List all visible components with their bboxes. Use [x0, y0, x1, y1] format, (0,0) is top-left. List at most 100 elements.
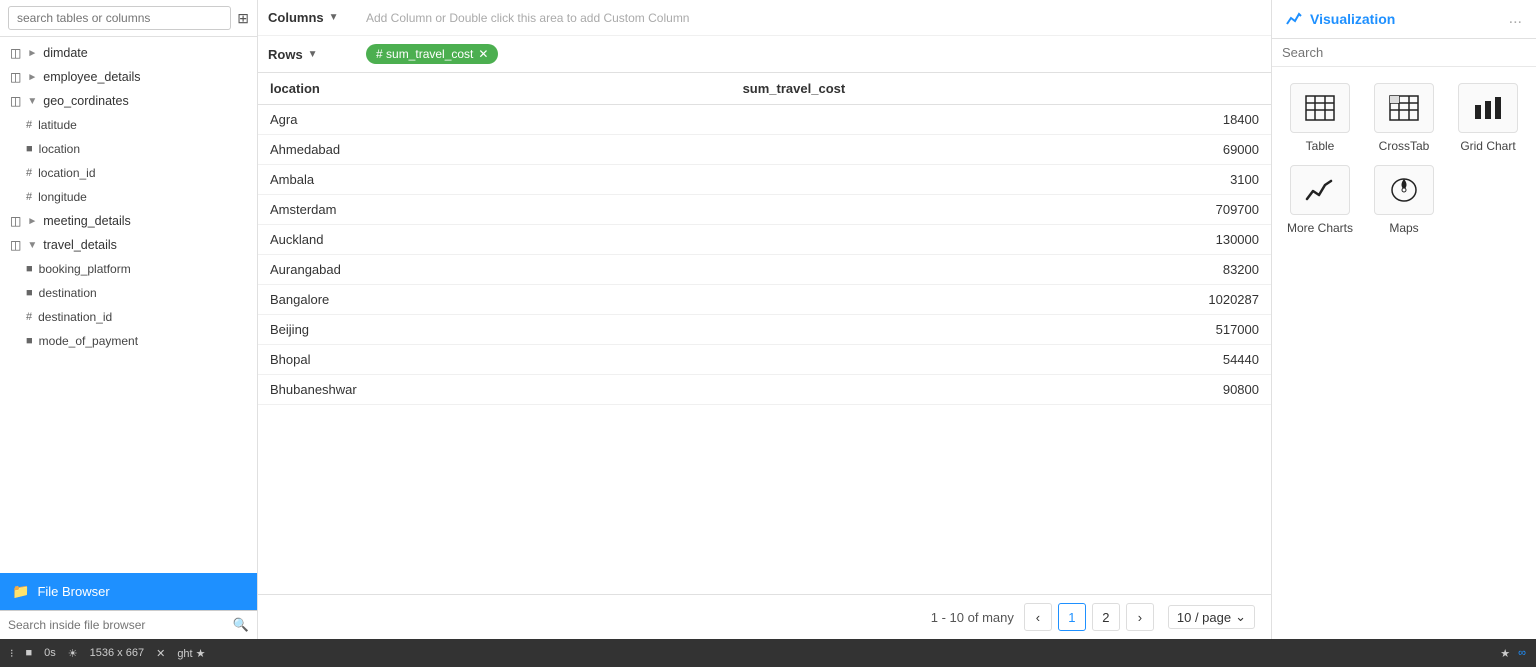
- viz-item-morecharts[interactable]: More Charts: [1284, 165, 1356, 235]
- toolbar-columns-row: Columns ▼ Add Column or Double click thi…: [258, 0, 1271, 36]
- viz-item-label-morecharts: More Charts: [1287, 221, 1353, 235]
- toolbar-rows-label[interactable]: Rows ▼: [268, 47, 358, 62]
- toolbar: Columns ▼ Add Column or Double click thi…: [258, 0, 1271, 73]
- sidebar-item-mode-of-payment[interactable]: ■ mode_of_payment: [0, 329, 257, 353]
- chip-close-icon[interactable]: ✕: [478, 47, 488, 61]
- label-destination-id: destination_id: [38, 310, 112, 324]
- viz-item-crosstab[interactable]: CrossTab: [1368, 83, 1440, 153]
- search-input[interactable]: [8, 6, 231, 30]
- table-row: Bhopal54440: [258, 345, 1271, 375]
- pagination-prev[interactable]: ‹: [1024, 603, 1052, 631]
- cell-value-6: 1020287: [731, 285, 1271, 315]
- viz-item-table[interactable]: Table: [1284, 83, 1356, 153]
- cell-value-5: 83200: [731, 255, 1271, 285]
- label-meeting-details: meeting_details: [43, 214, 131, 228]
- sidebar-item-destination[interactable]: ■ destination: [0, 281, 257, 305]
- sidebar-item-geo-cordinates[interactable]: ◫ ▼ geo_cordinates: [0, 89, 257, 113]
- viz-more-button[interactable]: ...: [1509, 10, 1522, 28]
- main-content: Columns ▼ Add Column or Double click thi…: [258, 0, 1271, 639]
- col-header-value: sum_travel_cost: [731, 73, 1271, 105]
- file-browser-search-bar: 🔍: [0, 610, 257, 639]
- toolbar-columns-hint: Add Column or Double click this area to …: [366, 11, 689, 25]
- label-mode-of-payment: mode_of_payment: [39, 334, 138, 348]
- viz-icon-box-maps: [1374, 165, 1434, 215]
- expand-arrow-travel: ▼: [27, 240, 37, 251]
- table-icon-travel: ◫: [10, 238, 21, 252]
- viz-item-gridchart[interactable]: Grid Chart: [1452, 83, 1524, 153]
- status-bar: ⁝ ■ 0s ☀ 1536 x 667 ✕ ght ★ ★ ∞: [0, 639, 1536, 667]
- table-row: Bhubaneshwar90800: [258, 375, 1271, 405]
- table-row: Bangalore1020287: [258, 285, 1271, 315]
- label-latitude: latitude: [38, 118, 77, 132]
- viz-item-maps[interactable]: Maps: [1368, 165, 1440, 235]
- cell-value-0: 18400: [731, 105, 1271, 135]
- expand-arrow-dimdate: ►: [27, 48, 37, 59]
- viz-item-label-table: Table: [1306, 139, 1335, 153]
- rows-dropdown-arrow[interactable]: ▼: [308, 49, 318, 60]
- pagination: 1 - 10 of many ‹ 1 2 › 10 / page ⌄: [258, 594, 1271, 639]
- data-table: location sum_travel_cost Agra18400Ahmeda…: [258, 73, 1271, 405]
- number-icon-latitude: #: [26, 119, 32, 131]
- file-browser-button[interactable]: 📁 File Browser: [0, 573, 257, 610]
- table-list: ◫ ► dimdate ◫ ► employee_details ◫ ▼ geo…: [0, 37, 257, 357]
- columns-text: Columns: [268, 10, 324, 25]
- search-icon: 🔍: [233, 617, 249, 633]
- status-link-icon[interactable]: ∞: [1518, 647, 1526, 660]
- status-close-icon[interactable]: ✕: [156, 647, 165, 660]
- text-icon-mode-payment: ■: [26, 335, 33, 347]
- toolbar-columns-label[interactable]: Columns ▼: [268, 10, 358, 25]
- cell-value-3: 709700: [731, 195, 1271, 225]
- label-travel-details: travel_details: [43, 238, 117, 252]
- viz-item-label-gridchart: Grid Chart: [1460, 139, 1515, 153]
- text-icon-location: ■: [26, 143, 33, 155]
- table-row: Ahmedabad69000: [258, 135, 1271, 165]
- table-row: Aurangabad83200: [258, 255, 1271, 285]
- sidebar-item-dimdate[interactable]: ◫ ► dimdate: [0, 41, 257, 65]
- viz-title-text: Visualization: [1310, 11, 1395, 27]
- status-camera-icon: ☀: [68, 647, 78, 660]
- sidebar-item-longitude[interactable]: # longitude: [0, 185, 257, 209]
- cell-value-8: 54440: [731, 345, 1271, 375]
- status-dimensions-label: 1536 x 667: [90, 647, 144, 659]
- pagination-page-1[interactable]: 1: [1058, 603, 1086, 631]
- viz-chart-icon: [1286, 11, 1302, 28]
- status-extra: ght ★: [177, 647, 205, 660]
- table-row: Auckland130000: [258, 225, 1271, 255]
- table-row: Beijing517000: [258, 315, 1271, 345]
- sidebar-item-meeting-details[interactable]: ◫ ► meeting_details: [0, 209, 257, 233]
- col-header-location: location: [258, 73, 731, 105]
- file-browser-label: File Browser: [37, 584, 109, 599]
- viz-grid: Table CrossTab: [1272, 67, 1536, 251]
- label-employee-details: employee_details: [43, 70, 140, 84]
- viz-icon-box-morecharts: [1290, 165, 1350, 215]
- status-pin-icon[interactable]: ★: [1500, 647, 1510, 660]
- status-time: 0s: [44, 647, 56, 659]
- sidebar-item-latitude[interactable]: # latitude: [0, 113, 257, 137]
- pagination-page-2[interactable]: 2: [1092, 603, 1120, 631]
- sidebar-item-location[interactable]: ■ location: [0, 137, 257, 161]
- cell-location-3: Amsterdam: [258, 195, 731, 225]
- sidebar-item-booking-platform[interactable]: ■ booking_platform: [0, 257, 257, 281]
- viz-search-input[interactable]: [1282, 45, 1526, 60]
- cell-value-2: 3100: [731, 165, 1271, 195]
- pagination-next[interactable]: ›: [1126, 603, 1154, 631]
- right-panel: Visualization ... Table: [1271, 0, 1536, 639]
- cell-location-6: Bangalore: [258, 285, 731, 315]
- sidebar-item-location-id[interactable]: # location_id: [0, 161, 257, 185]
- pagination-page-size[interactable]: 10 / page ⌄: [1168, 605, 1255, 629]
- sidebar-item-employee-details[interactable]: ◫ ► employee_details: [0, 65, 257, 89]
- table-icon-geo: ◫: [10, 94, 21, 108]
- rows-chip[interactable]: # sum_travel_cost ✕: [366, 44, 498, 64]
- sidebar-item-destination-id[interactable]: # destination_id: [0, 305, 257, 329]
- sidebar-item-travel-details[interactable]: ◫ ▼ travel_details: [0, 233, 257, 257]
- table-scroll[interactable]: location sum_travel_cost Agra18400Ahmeda…: [258, 73, 1271, 594]
- toolbar-rows-row: Rows ▼ # sum_travel_cost ✕: [258, 36, 1271, 72]
- text-icon-destination: ■: [26, 287, 33, 299]
- viz-icon-box-gridchart: [1458, 83, 1518, 133]
- label-location: location: [39, 142, 80, 156]
- label-booking-platform: booking_platform: [39, 262, 131, 276]
- page-size-label: 10 / page: [1177, 610, 1231, 625]
- file-browser-search-input[interactable]: [8, 618, 227, 632]
- columns-dropdown-arrow[interactable]: ▼: [329, 12, 339, 23]
- grid-icon[interactable]: ⊞: [237, 10, 249, 27]
